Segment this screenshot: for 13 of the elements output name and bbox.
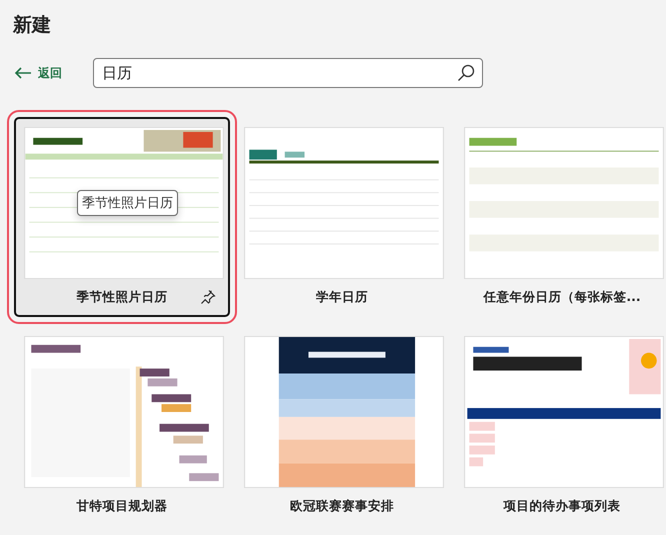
template-name[interactable]: 季节性照片日历 (76, 288, 168, 306)
template-name[interactable]: 甘特项目规划器 (76, 498, 168, 514)
back-arrow-icon (14, 67, 32, 79)
search-icon[interactable] (457, 64, 475, 82)
page-title: 新建 (12, 13, 52, 38)
tooltip: 季节性照片日历 (77, 190, 178, 216)
search-field[interactable]: 日历 (93, 58, 483, 88)
back-button[interactable]: 返回 (0, 64, 93, 82)
template-name[interactable]: 项目的待办事项列表 (504, 498, 620, 514)
template-name[interactable]: 任意年份日历（每张标签... (483, 288, 641, 306)
template-name[interactable]: 学年日历 (316, 288, 368, 306)
template-name[interactable]: 欧冠联赛赛事安排 (290, 498, 394, 514)
pin-icon[interactable] (200, 289, 216, 305)
